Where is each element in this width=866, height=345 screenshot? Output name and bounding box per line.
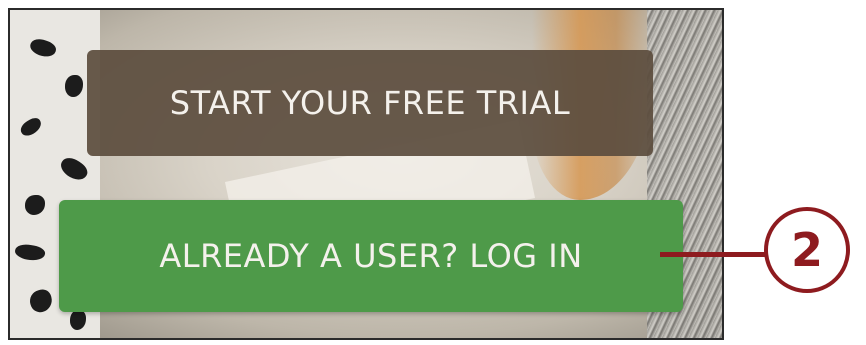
figure: START YOUR FREE TRIAL ALREADY A USER? LO… <box>0 0 866 345</box>
start-free-trial-button[interactable]: START YOUR FREE TRIAL <box>87 50 653 156</box>
print-spot <box>27 287 55 315</box>
callout-line <box>660 252 766 257</box>
print-spot <box>28 36 58 60</box>
login-button[interactable]: ALREADY A USER? LOG IN <box>59 200 683 312</box>
print-spot <box>13 242 47 263</box>
print-spot <box>25 195 45 215</box>
print-spot <box>17 115 45 139</box>
print-spot <box>65 75 83 97</box>
callout-number-badge: 2 <box>764 207 850 293</box>
print-spot <box>70 310 86 330</box>
print-spot <box>57 153 91 185</box>
app-screen: START YOUR FREE TRIAL ALREADY A USER? LO… <box>8 8 724 340</box>
